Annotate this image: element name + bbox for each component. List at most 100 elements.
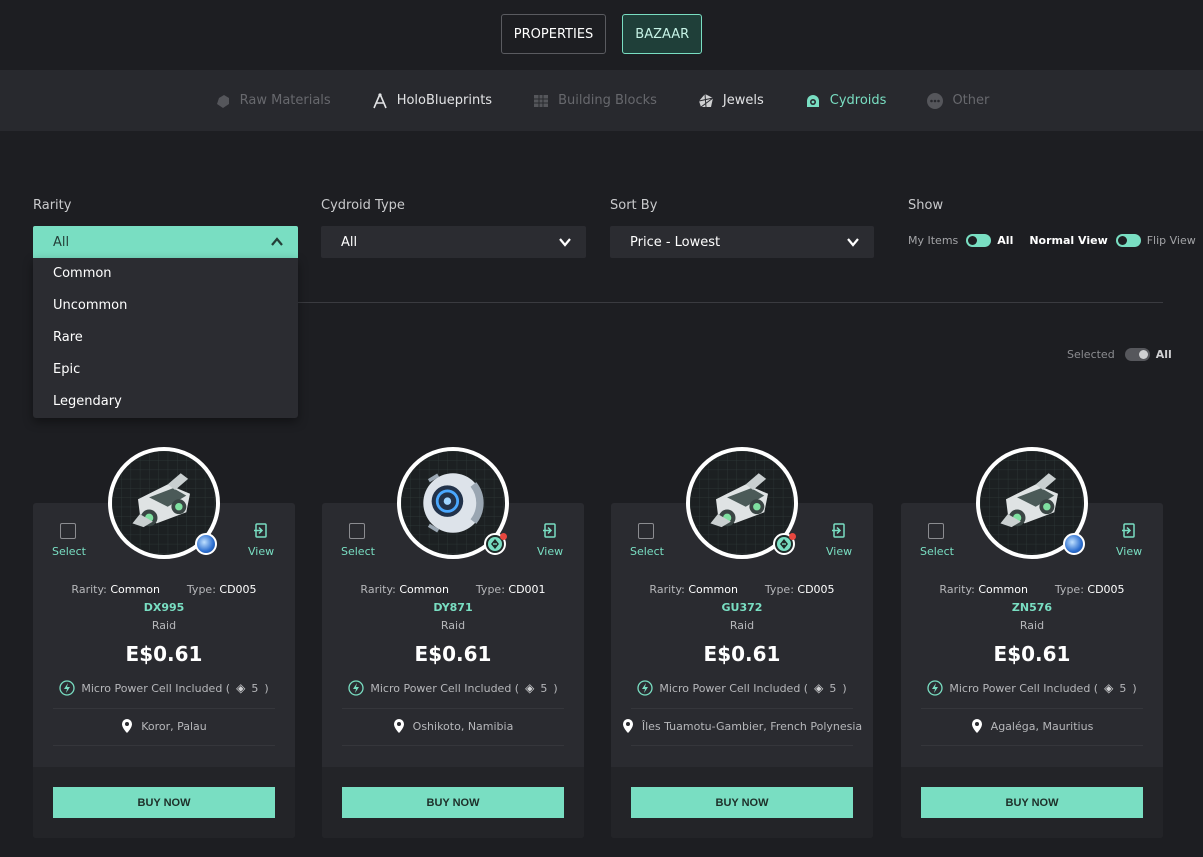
category-label: Building Blocks xyxy=(558,93,657,108)
cydroid-code: ZN576 xyxy=(1011,601,1053,614)
my-items-label: My Items xyxy=(908,234,959,247)
buy-now-button[interactable]: BUY NOW xyxy=(921,787,1143,818)
diamond-icon: ◈ xyxy=(1104,681,1114,695)
view-label[interactable]: View xyxy=(248,545,274,558)
divider xyxy=(631,745,853,746)
tab-bazaar[interactable]: BAZAAR xyxy=(622,14,703,54)
location: Îles Tuamotu-Gambier, French Polynesia xyxy=(611,719,873,733)
select-label[interactable]: Select xyxy=(52,545,86,558)
sort-by-select[interactable]: Price - Lowest xyxy=(610,226,874,258)
power-cell-close: ) xyxy=(1132,681,1137,695)
rarity-option-common[interactable]: Common xyxy=(33,258,298,290)
ecoin-icon xyxy=(773,533,796,555)
power-cell-label: Micro Power Cell Included ( xyxy=(659,681,809,695)
divider xyxy=(342,745,564,746)
view-icon[interactable] xyxy=(1121,522,1137,539)
select-all-label: All xyxy=(1155,348,1172,361)
card-meta: Rarity: Common Type: CD001 xyxy=(322,583,584,596)
location: Koror, Palau xyxy=(33,719,295,733)
location: Agaléga, Mauritius xyxy=(901,719,1163,733)
selected-label: Selected xyxy=(1067,348,1115,361)
view-label[interactable]: View xyxy=(1116,545,1142,558)
view-icon[interactable] xyxy=(253,522,269,539)
rarity-option-rare[interactable]: Rare xyxy=(33,322,298,354)
rarity-option-legendary[interactable]: Legendary xyxy=(33,386,298,418)
select-checkbox[interactable] xyxy=(349,523,365,539)
buy-now-button[interactable]: BUY NOW xyxy=(53,787,275,818)
location-text: Îles Tuamotu-Gambier, French Polynesia xyxy=(641,719,863,733)
cydroid-kind: Raid xyxy=(151,619,177,632)
notification-dot xyxy=(500,533,507,540)
location-text: Oshikoto, Namibia xyxy=(412,719,514,733)
selection-toggle-row: Selected All xyxy=(1067,348,1172,361)
cydroid-code: DX995 xyxy=(143,601,185,614)
power-cell-count: 5 xyxy=(540,681,548,695)
select-label[interactable]: Select xyxy=(920,545,954,558)
rarity-select[interactable]: All xyxy=(33,226,298,258)
cydroid-kind: Raid xyxy=(440,619,466,632)
power-cell-info: Micro Power Cell Included ( ◈ 5 ) xyxy=(611,680,873,696)
cydroid-type-select-value: All xyxy=(341,234,358,250)
compass-icon xyxy=(372,92,387,108)
tab-properties[interactable]: PROPERTIES xyxy=(500,14,607,54)
select-label[interactable]: Select xyxy=(341,545,375,558)
location-pin-icon xyxy=(122,719,133,733)
category-label: HoloBlueprints xyxy=(396,93,493,108)
rarity-key: Rarity: xyxy=(939,583,975,596)
sort-by-label: Sort By xyxy=(610,198,658,213)
bolt-icon xyxy=(348,680,365,696)
notification-dot xyxy=(789,533,796,540)
cydroid-kind: Raid xyxy=(1019,619,1045,632)
raw-materials-icon xyxy=(216,94,229,108)
more-icon xyxy=(927,92,944,109)
top-tabs: PROPERTIES BAZAAR xyxy=(0,14,1203,54)
view-label[interactable]: View xyxy=(537,545,563,558)
view-icon[interactable] xyxy=(542,522,558,539)
view-mode-toggle[interactable] xyxy=(1115,234,1141,247)
bolt-icon xyxy=(927,680,944,696)
type-key: Type: xyxy=(764,583,794,596)
power-cell-count: 5 xyxy=(1119,681,1127,695)
type-value: CD001 xyxy=(508,583,546,596)
price: E$0.61 xyxy=(993,642,1071,666)
flip-view-label: Flip View xyxy=(1146,234,1196,247)
category-jewels[interactable]: Jewels xyxy=(697,92,764,110)
diamond-icon: ◈ xyxy=(525,681,535,695)
category-holoblueprints[interactable]: HoloBlueprints xyxy=(371,92,492,110)
select-checkbox[interactable] xyxy=(928,523,944,539)
category-cydroids[interactable]: Cydroids xyxy=(804,92,886,110)
select-label[interactable]: Select xyxy=(630,545,664,558)
view-label[interactable]: View xyxy=(826,545,852,558)
power-cell-count: 5 xyxy=(829,681,837,695)
category-raw-materials[interactable]: Raw Materials xyxy=(214,92,331,110)
category-label: Jewels xyxy=(722,93,764,108)
power-cell-info: Micro Power Cell Included ( ◈ 5 ) xyxy=(33,680,295,696)
globe-icon xyxy=(1063,533,1085,555)
rarity-option-epic[interactable]: Epic xyxy=(33,354,298,386)
select-all-toggle[interactable] xyxy=(1124,348,1150,361)
location: Oshikoto, Namibia xyxy=(322,719,584,733)
category-building-blocks[interactable]: Building Blocks xyxy=(532,92,657,110)
diamond-icon: ◈ xyxy=(814,681,824,695)
rarity-option-uncommon[interactable]: Uncommon xyxy=(33,290,298,322)
chevron-down-icon xyxy=(559,238,571,247)
location-pin-icon xyxy=(622,719,633,733)
sort-by-select-value: Price - Lowest xyxy=(630,234,721,250)
rarity-key: Rarity: xyxy=(360,583,396,596)
my-items-toggle[interactable] xyxy=(966,234,992,247)
cydroid-type-select[interactable]: All xyxy=(321,226,586,258)
cydroid-type-label: Cydroid Type xyxy=(321,198,405,213)
location-text: Koror, Palau xyxy=(141,719,207,733)
rarity-dropdown: Common Uncommon Rare Epic Legendary xyxy=(33,258,298,418)
buy-now-button[interactable]: BUY NOW xyxy=(342,787,564,818)
card-footer: BUY NOW xyxy=(322,767,584,838)
rarity-value: Common xyxy=(978,583,1028,596)
buy-now-button[interactable]: BUY NOW xyxy=(631,787,853,818)
view-icon[interactable] xyxy=(831,522,847,539)
select-checkbox[interactable] xyxy=(638,523,654,539)
normal-view-label: Normal View xyxy=(1029,234,1108,247)
globe-icon xyxy=(195,533,217,555)
select-checkbox[interactable] xyxy=(60,523,76,539)
price: E$0.61 xyxy=(703,642,781,666)
category-other[interactable]: Other xyxy=(926,92,989,110)
